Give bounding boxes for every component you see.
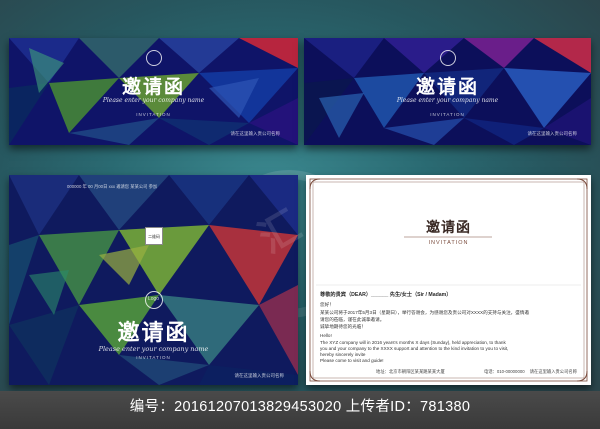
invitation-card-inside: 邀请函 INVITATION 尊敬的贵宾（DEAR）______ 先生/女士（S… <box>306 175 591 385</box>
invitation-card-cover: 000000 年 00 月00日 xxx 邀请您 某某公司 参加 二维码 Log… <box>9 175 298 385</box>
inside-body-cn-2: 请您的莅临，谨在此诚挚邀请。 <box>320 317 385 322</box>
inside-body-cn-1: 某某公司将于2017年5月3日（星期日），举行答谢会，为感谢您及贵公司对XXXX… <box>320 310 530 315</box>
logo-mark <box>440 50 456 66</box>
invitation-card-front-a: 邀请函 Please enter your company name INVIT… <box>9 38 298 145</box>
cover-top-line: 000000 年 00 月00日 xxx 邀请您 某某公司 参加 <box>67 184 158 189</box>
inside-body-cn-3: 诚挚地期待您的光临！ <box>320 324 366 329</box>
card-script-subtitle: Please enter your company name <box>102 97 205 104</box>
card-footer-text: 请在这里输入贵公司名称 <box>527 131 578 136</box>
card-footer-text: 请在这里输入贵公司名称 <box>230 131 281 136</box>
inside-subtitle: INVITATION <box>428 240 469 246</box>
card-subtitle: INVITATION <box>136 355 171 360</box>
card-title: 邀请函 <box>117 320 190 346</box>
inside-phone: 电话：010-00000000 <box>484 369 525 374</box>
card-subtitle: INVITATION <box>136 112 171 117</box>
card-script-subtitle: Please enter your company name <box>396 97 499 104</box>
invitation-card-front-b: 邀请函 Please enter your company name INVIT… <box>304 38 591 145</box>
card-script-subtitle: Please enter your company name <box>98 345 209 353</box>
qr-code: 二维码 <box>145 227 163 245</box>
qr-code-label: 二维码 <box>148 234 160 239</box>
footer-id-text: 编号：20161207013829453020 上传者ID：781380 <box>129 399 471 415</box>
inside-body-en-3: hereby sincerely invite <box>320 352 366 357</box>
logo-mark <box>146 50 162 66</box>
card-footer-text: 请在这里输入贵公司名称 <box>234 373 285 378</box>
inside-body-en-4: Please come to visit and guide! <box>320 358 384 363</box>
inside-footer-text: 请在这里输入贵公司名称 <box>529 369 577 374</box>
inside-greeting: 您好！ <box>320 302 334 307</box>
inside-title: 邀请函 <box>426 220 471 236</box>
card-title: 邀请函 <box>415 76 479 98</box>
inside-salutation: 尊敬的贵宾（DEAR）______ 先生/女士（Sir / Madam） <box>320 292 452 298</box>
logo-label: Logo <box>147 296 160 302</box>
inside-address: 地址：北京市朝阳区某某路某某大厦 <box>376 369 445 374</box>
inside-body-en-2: you and your company to the XXXX support… <box>320 346 509 351</box>
card-subtitle: INVITATION <box>430 112 465 117</box>
card-title: 邀请函 <box>121 76 185 98</box>
inside-body-en-1: The XYZ company will in 2016 years's mon… <box>320 340 506 345</box>
inside-hello: Hello! <box>320 333 332 338</box>
